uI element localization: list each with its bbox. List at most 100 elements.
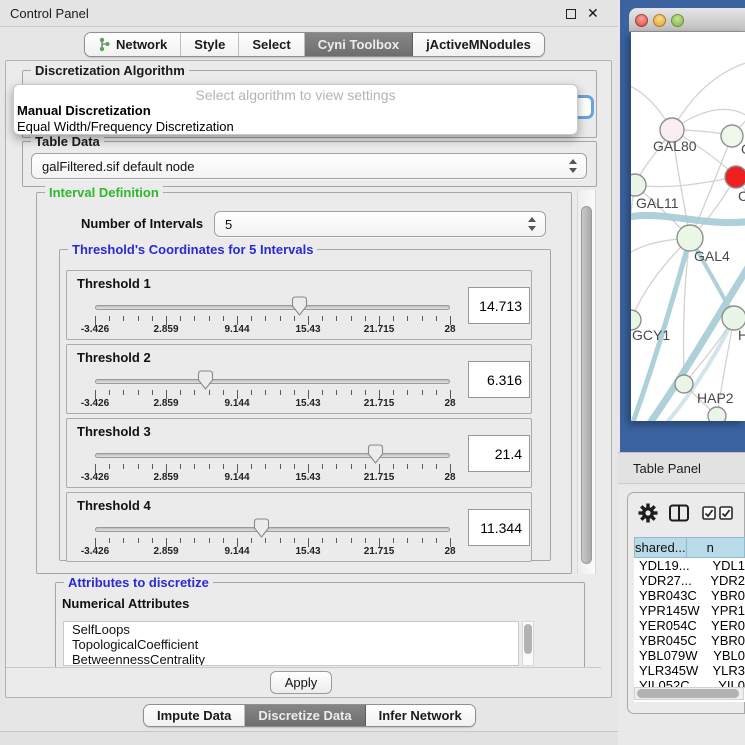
table-cell[interactable]: YPR1 [707, 603, 745, 618]
slider-tick [407, 464, 408, 469]
float-window-icon[interactable] [566, 9, 576, 19]
table-cell[interactable]: YLR345W [634, 663, 708, 678]
table-row[interactable]: YBL079WYBL0 [634, 648, 745, 663]
slider-thumb[interactable] [197, 370, 214, 390]
slider-tick [138, 316, 139, 321]
panel-scrollbar-thumb[interactable] [581, 206, 592, 564]
column-header[interactable]: shared... [634, 537, 687, 558]
apply-button[interactable]: Apply [270, 671, 332, 694]
slider-track[interactable] [95, 305, 450, 310]
table-cell[interactable]: YDL1 [708, 558, 745, 573]
checked-checkbox-icon[interactable] [719, 506, 733, 520]
threshold-value-field[interactable]: 14.713 [468, 287, 530, 324]
table-cell[interactable]: YLR3 [708, 663, 745, 678]
zoom-traffic-light-icon[interactable] [671, 14, 684, 27]
table-cell[interactable]: YDR27... [634, 573, 706, 588]
checked-checkbox-icon[interactable] [702, 506, 716, 520]
screen: Control Panel ✕ NetworkStyleSelectCyni T… [0, 0, 745, 745]
algorithm-option[interactable]: Manual Discretization [17, 103, 151, 118]
algorithm-option[interactable]: Equal Width/Frequency Discretization [17, 119, 234, 134]
number-of-intervals-combobox[interactable]: 5 [214, 211, 546, 237]
network-node-bottom[interactable] [708, 407, 726, 421]
table-data-combobox[interactable]: galFiltered.sif default node [31, 153, 587, 179]
gear-icon[interactable] [638, 503, 658, 523]
threshold-value-field[interactable]: 21.4 [468, 435, 530, 472]
slider-tick [152, 316, 153, 321]
tab-jactivemnodules[interactable]: jActiveMNodules [413, 33, 544, 56]
tab-network[interactable]: Network [85, 33, 181, 56]
column-header[interactable]: n [687, 537, 745, 558]
numerical-attributes-list[interactable]: SelfLoopsTopologicalCoefficientBetweenne… [63, 621, 519, 666]
close-traffic-light-icon[interactable] [635, 14, 648, 27]
table-cell[interactable]: YPR145W [634, 603, 707, 618]
slider-track[interactable] [95, 453, 450, 458]
network-canvas[interactable]: GAL80G.CGAL11GAL4GCY1HHAP2 [631, 32, 745, 421]
network-node-label: C [738, 188, 745, 204]
attributes-list-scrollbar-thumb[interactable] [524, 624, 532, 654]
network-node-hap2[interactable] [675, 375, 693, 393]
table-cell[interactable]: YBL0 [709, 648, 745, 663]
attributes-list-scrollbar[interactable] [522, 621, 534, 666]
minimize-traffic-light-icon[interactable] [653, 14, 666, 27]
number-of-intervals-value: 5 [225, 217, 232, 232]
tab-style[interactable]: Style [181, 33, 239, 56]
combo-stepper-icon[interactable] [569, 159, 577, 173]
table-row[interactable]: YBR045CYBR0 [634, 633, 745, 648]
close-icon[interactable]: ✕ [587, 5, 599, 21]
table-cell[interactable]: YDL19... [634, 558, 708, 573]
combo-stepper-icon[interactable] [528, 217, 536, 231]
table-row[interactable]: YBR043CYBR0 [634, 588, 745, 603]
tab-cyni-toolbox[interactable]: Cyni Toolbox [305, 33, 413, 56]
network-window-titlebar[interactable] [629, 8, 745, 32]
slider-thumb[interactable] [367, 444, 384, 464]
slider-thumb[interactable] [291, 296, 308, 316]
slider-tick [209, 390, 210, 395]
table-panel-titlebar: Table Panel [618, 452, 745, 484]
slider-tick-label: 15.43 [295, 546, 320, 557]
thresholds-group: Threshold's Coordinates for 5 Intervals … [59, 249, 551, 561]
attribute-list-item[interactable]: TopologicalCoefficient [64, 637, 518, 652]
network-node-red-node[interactable] [725, 166, 745, 188]
table-cell[interactable]: YBR043C [634, 588, 707, 603]
table-cell[interactable]: YBR045C [634, 633, 707, 648]
slider-tick-label: 28 [444, 398, 455, 409]
tab-select[interactable]: Select [239, 33, 304, 56]
tab-infer-network[interactable]: Infer Network [366, 705, 475, 726]
table-horizontal-scrollbar[interactable] [634, 687, 744, 700]
table-row[interactable]: YLR345WYLR3 [634, 663, 745, 678]
split-view-icon[interactable] [668, 503, 690, 523]
tab-impute-data[interactable]: Impute Data [144, 705, 245, 726]
slider-track[interactable] [95, 379, 450, 384]
slider-tick-label: 2.859 [153, 324, 178, 335]
threshold-value-field[interactable]: 6.316 [468, 361, 530, 398]
slider-tick [265, 316, 266, 321]
table-cell[interactable]: YBR0 [707, 588, 745, 603]
network-node-gal11[interactable] [631, 174, 646, 196]
table-row[interactable]: YPR145WYPR1 [634, 603, 745, 618]
table-row[interactable]: YER054CYER0 [634, 618, 745, 633]
panel-scrollbar[interactable] [577, 190, 596, 574]
network-node-label: GAL11 [636, 195, 679, 211]
table-row[interactable]: YDL19...YDL1 [634, 558, 745, 573]
table-horizontal-scrollbar-thumb[interactable] [637, 689, 739, 698]
threshold-value-field[interactable]: 11.344 [468, 509, 530, 546]
slider-tick [336, 538, 337, 543]
table-row[interactable]: YDR27...YDR2 [634, 573, 745, 588]
slider-track[interactable] [95, 527, 450, 532]
slider-tick [265, 464, 266, 469]
table-cell[interactable]: YER0 [707, 618, 745, 633]
tab-discretize-data[interactable]: Discretize Data [245, 705, 365, 726]
attribute-list-item[interactable]: BetweennessCentrality [64, 652, 518, 666]
network-node-top-right[interactable] [721, 125, 743, 147]
table-cell[interactable]: YBL079W [634, 648, 709, 663]
threshold-row: Threshold 4-3.4262.8599.14415.4321.71528… [66, 492, 532, 562]
table-cell[interactable]: YER054C [634, 618, 707, 633]
slider-tick [223, 316, 224, 321]
slider-thumb[interactable] [253, 518, 270, 538]
slider-tick-label: 15.43 [295, 324, 320, 335]
network-node-label: GAL80 [653, 138, 697, 154]
table-cell[interactable]: YDR2 [706, 573, 745, 588]
table-cell[interactable]: YBR0 [707, 633, 745, 648]
slider-tick [294, 464, 295, 469]
attribute-list-item[interactable]: SelfLoops [64, 622, 518, 637]
